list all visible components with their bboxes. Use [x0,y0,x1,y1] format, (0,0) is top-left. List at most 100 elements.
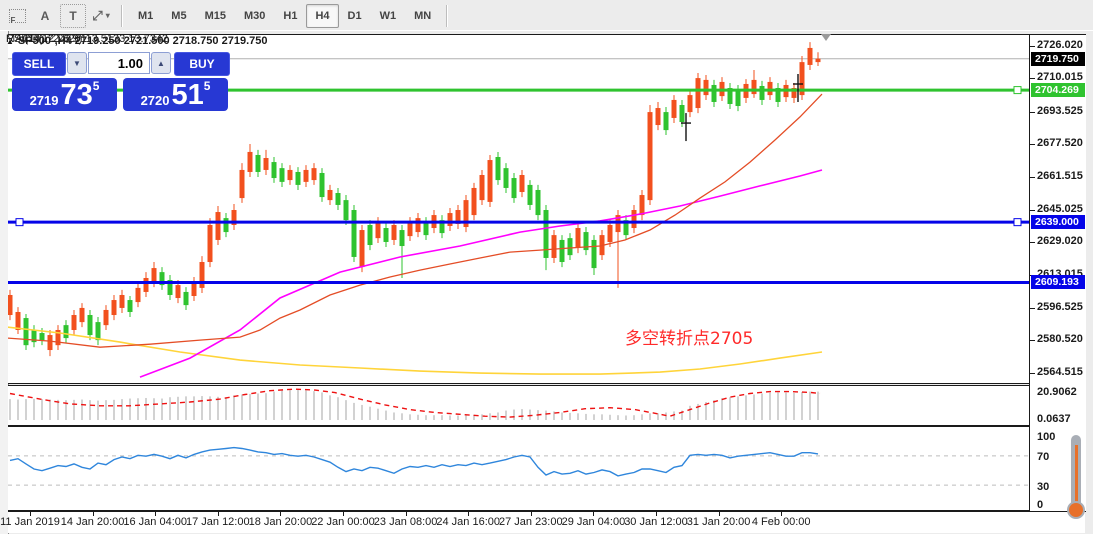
hline-handle[interactable] [16,219,23,226]
price-axis-tick [1030,210,1035,211]
candle-body [72,315,77,330]
candle-body [24,318,29,345]
timeframe-button-M15[interactable]: M15 [196,4,235,28]
timeframe-button-H1[interactable]: H1 [274,4,306,28]
volume-increase-button[interactable]: ▲ [151,52,171,74]
price-tag: 2609.193 [1031,275,1085,289]
price-tag: 2704.269 [1031,83,1085,97]
indicator-window-icon[interactable]: F [4,4,30,28]
sell-price-small: 2719 [30,92,59,109]
date-axis-label: 24 Jan 16:00 [436,516,500,528]
candle-body [816,59,821,62]
date-axis-label: 29 Jan 04:00 [562,516,626,528]
date-axis-label: 27 Jan 23:00 [499,516,563,528]
timeframe-button-M5[interactable]: M5 [162,4,195,28]
candle-body [184,292,189,305]
price-axis-label: 2710.015 [1037,71,1083,83]
timeframe-button-MN[interactable]: MN [405,4,440,28]
timeframe-button-M1[interactable]: M1 [129,4,162,28]
shapes-button[interactable]: ⤢ ▾ [88,4,114,28]
indicator-axis-label: 100 [1037,431,1055,443]
candle-body [216,212,221,240]
hline-handle[interactable] [1014,87,1021,94]
candle-body [152,268,157,282]
candle-body [296,172,301,185]
candle-body [736,90,741,106]
price-axis-tick [1030,112,1035,113]
timeframe-button-H4[interactable]: H4 [306,4,338,28]
date-axis-label: 31 Jan 20:00 [687,516,751,528]
indicator-axis-label: 0.0637 [1037,413,1071,425]
candle-body [128,300,133,312]
candle-body [760,86,765,100]
candle-body [208,225,213,262]
candle-body [384,228,389,242]
candle-body [88,315,93,335]
candle-body [248,152,253,172]
candle-body [224,218,229,232]
macd-panel[interactable] [8,385,1029,426]
thermometer-icon [1064,435,1090,533]
candle-body [40,333,45,340]
candle-body [544,210,549,258]
price-tag: 2639.000 [1031,215,1085,229]
candle-body [280,168,285,182]
buy-price-box[interactable]: 2720 51 5 [123,78,228,111]
candle-body [80,308,85,322]
rsi-line [10,448,818,476]
candle-body [392,225,397,240]
candle-body [488,160,493,202]
indicator-axis-label: 0 [1037,499,1043,511]
price-axis-label: 2629.020 [1037,235,1083,247]
volume-decrease-button[interactable]: ▼ [67,52,87,74]
date-axis-label: 17 Jan 12:00 [186,516,250,528]
candle-body [528,185,533,205]
buy-button[interactable]: BUY [174,52,230,76]
hline-handle[interactable] [1014,219,1021,226]
sell-button[interactable]: SELL [12,52,66,76]
text-box-button[interactable]: T [60,4,86,28]
price-axis-label: 2693.525 [1037,105,1083,117]
candle-body [352,210,357,257]
candle-body [512,178,517,198]
date-axis-label: 23 Jan 08:00 [374,516,438,528]
timeframe-button-D1[interactable]: D1 [339,4,371,28]
date-axis-label: 30 Jan 12:00 [624,516,688,528]
candle-body [520,175,525,192]
candle-body [408,222,413,236]
volume-input[interactable] [88,52,150,74]
candle-body [640,195,645,215]
indicator-axis-label: 30 [1037,481,1049,493]
rsi-panel[interactable] [8,426,1029,511]
text-label-button[interactable]: A [32,4,58,28]
candle-body [608,225,613,242]
candle-body [552,235,557,258]
timeframe-button-W1[interactable]: W1 [371,4,406,28]
candle-body [424,222,429,235]
candle-body [96,322,101,340]
chart-window: 11 Jan 201914 Jan 20:0016 Jan 04:0017 Ja… [0,31,1093,534]
candle-body [64,325,69,338]
candle-body [808,48,813,65]
sell-price-sup: 5 [93,79,100,93]
price-axis-tick [1030,340,1035,341]
candle-body [48,335,53,350]
candle-body [664,112,669,130]
price-axis-tick [1030,78,1035,79]
toolbar: F A T ⤢ ▾ M1M5M15M30H1H4D1W1MN [0,0,1093,32]
price-axis-label: 2645.025 [1037,203,1083,215]
price-axis-tick [1030,46,1035,47]
sell-price-box[interactable]: 2719 73 5 [12,78,117,111]
candle-body [752,80,757,94]
candle-body [240,170,245,198]
candle-body [416,218,421,232]
collapse-arrow-icon[interactable]: ▲ [6,37,14,46]
candle-body [360,230,365,267]
chart-title: ▲SP500-,H4 2719.250 2721.500 2718.750 27… [6,35,267,47]
price-axis-label: 2596.525 [1037,301,1083,313]
timeframe-button-M30[interactable]: M30 [235,4,274,28]
candle-body [376,222,381,238]
indicator-axis-label: 20.9062 [1037,386,1077,398]
grid-icon: F [9,9,26,23]
price-axis-label: 2726.020 [1037,39,1083,51]
